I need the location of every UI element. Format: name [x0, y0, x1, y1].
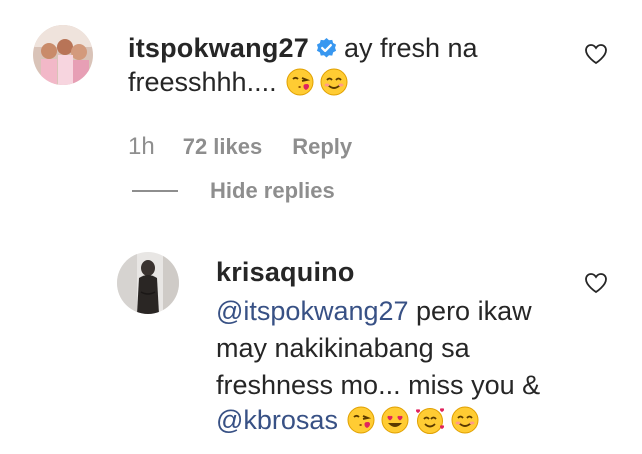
reply-button[interactable]: Reply — [292, 134, 352, 159]
reply-text-line2: may nakikinabang sa — [216, 333, 470, 363]
like-heart-icon[interactable] — [584, 43, 608, 70]
hide-replies-label[interactable]: Hide replies — [210, 178, 335, 204]
comment-text-line1: ay fresh na — [343, 33, 478, 63]
hide-replies-button[interactable]: Hide replies — [132, 178, 335, 204]
smiling-face-with-hearts-emoji — [414, 405, 446, 440]
mention-link[interactable]: @kbrosas — [216, 405, 338, 435]
verified-badge-icon — [315, 37, 338, 65]
avatar-krisaquino[interactable] — [117, 252, 179, 314]
comment-time: 1h — [128, 133, 155, 160]
avatar-itspokwang27[interactable] — [33, 25, 93, 85]
mention-link[interactable]: @itspokwang27 — [216, 296, 409, 326]
comment-username[interactable]: itspokwang27 — [128, 33, 309, 63]
smiling-face-emoji — [319, 67, 349, 102]
reply-text-line1: pero ikaw — [408, 296, 532, 326]
heart-eyes-emoji — [380, 405, 410, 440]
reply-text-line3: freshness mo... miss you & — [216, 370, 541, 400]
reply-username[interactable]: krisaquino — [216, 257, 355, 287]
hide-replies-divider — [132, 190, 178, 192]
comment-meta: 1h 72 likes Reply — [128, 133, 352, 161]
face-blowing-kiss-emoji — [285, 67, 315, 102]
comment-likes[interactable]: 72 likes — [183, 134, 263, 159]
face-blowing-kiss-emoji — [346, 405, 376, 440]
smiling-face-emoji — [450, 405, 480, 440]
like-heart-icon[interactable] — [584, 272, 608, 299]
comment-text-line2: freesshhh.... — [128, 67, 277, 97]
